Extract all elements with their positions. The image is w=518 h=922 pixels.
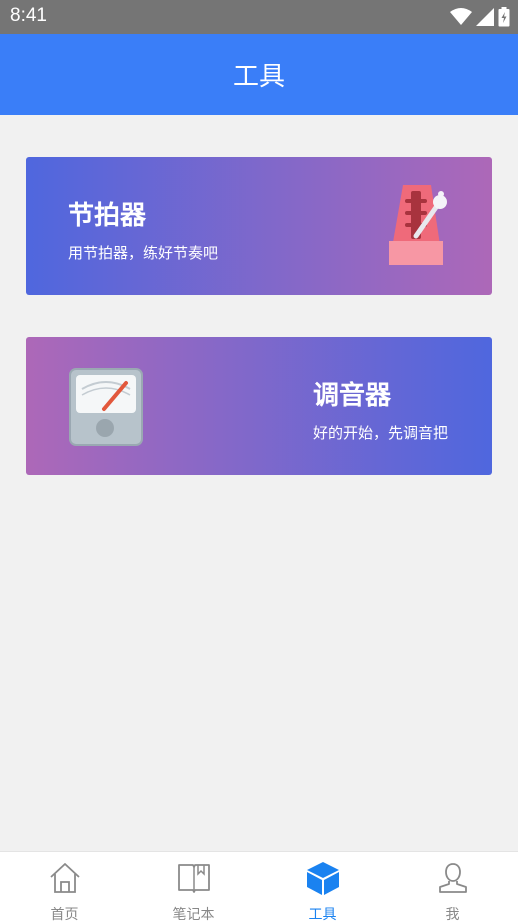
tab-home[interactable]: 首页: [0, 852, 129, 922]
metronome-title: 节拍器: [68, 201, 147, 231]
tab-notebook-label: 笔记本: [172, 907, 215, 922]
metronome-subtitle: 用节拍器，练好节奏吧: [68, 244, 219, 262]
status-bar: 8:41: [0, 0, 518, 34]
page-title: 工具: [232, 62, 285, 92]
status-time: 8:41: [10, 5, 47, 26]
tuner-title: 调音器: [313, 381, 392, 411]
tab-me[interactable]: 我: [388, 852, 517, 922]
metronome-icon: [389, 185, 447, 265]
battery-icon: [498, 7, 510, 27]
tab-me-label: 我: [445, 907, 460, 922]
tab-tools[interactable]: 工具: [258, 852, 387, 922]
tab-tools-label: 工具: [308, 907, 337, 922]
app-header: 工具: [0, 34, 518, 115]
metronome-card[interactable]: 节拍器 用节拍器，练好节奏吧: [26, 157, 492, 295]
tab-home-label: 首页: [50, 907, 79, 922]
tuner-gauge-icon: [69, 368, 143, 446]
wifi-icon: [450, 8, 472, 25]
cube-icon: [306, 862, 339, 895]
notebook-icon: [177, 864, 210, 893]
tuner-card[interactable]: 调音器 好的开始，先调音把: [26, 337, 492, 475]
home-icon: [49, 863, 80, 893]
status-icons: [450, 7, 510, 27]
bottom-nav: 首页 笔记本 工具 我: [0, 851, 518, 922]
signal-icon: [476, 8, 494, 26]
tuner-subtitle: 好的开始，先调音把: [313, 424, 449, 442]
user-icon: [438, 863, 467, 893]
tab-notebook[interactable]: 笔记本: [129, 852, 258, 922]
